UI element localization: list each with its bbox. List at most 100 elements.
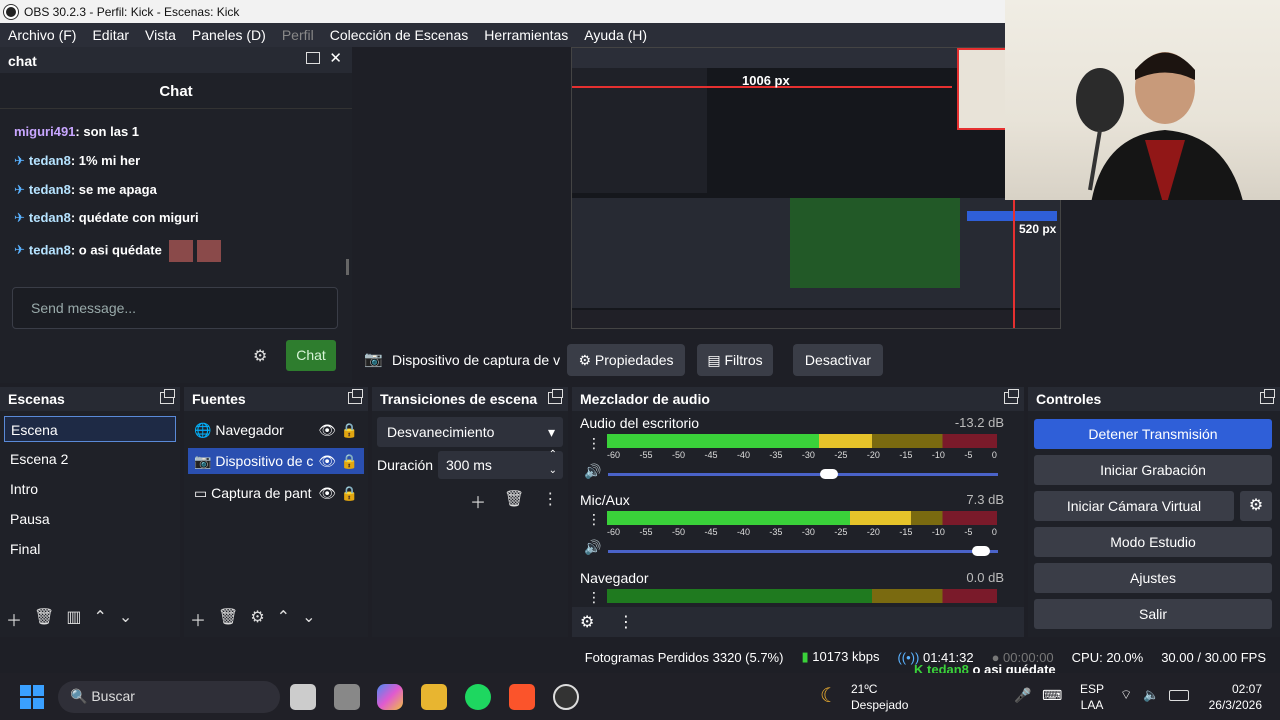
weather[interactable]: 21ºC Despejado <box>851 681 908 713</box>
source-item[interactable]: ▭ Captura de pant 👁 🔒 <box>188 480 364 506</box>
trash-icon[interactable]: 🗑 <box>218 607 238 631</box>
windows-start-icon[interactable] <box>20 685 44 709</box>
settings-button[interactable]: Ajustes <box>1034 563 1272 593</box>
spotify-icon[interactable] <box>465 684 491 710</box>
brave-icon[interactable] <box>509 684 535 710</box>
obs-taskbar-icon[interactable] <box>553 684 579 710</box>
clock[interactable]: 02:07 26/3/2026 <box>1200 681 1262 713</box>
start-vcam-button[interactable]: Iniciar Cámara Virtual <box>1034 491 1234 521</box>
more-icon[interactable]: ⋮ <box>587 511 601 528</box>
speaker-icon[interactable]: 🔊 <box>584 539 601 556</box>
add-icon[interactable]: ＋ <box>190 607 206 631</box>
float-icon[interactable] <box>306 52 320 64</box>
copilot-icon[interactable] <box>377 684 403 710</box>
eye-icon[interactable]: 👁 <box>318 480 336 506</box>
scene-item[interactable]: Intro <box>4 476 176 502</box>
task-view-icon[interactable] <box>290 684 316 710</box>
menu-paneles[interactable]: Paneles (D) <box>192 27 266 43</box>
chat-input[interactable]: Send message... <box>12 287 338 329</box>
battery-icon[interactable] <box>1169 690 1189 701</box>
preview-canvas[interactable]: 1006 px 520 px <box>571 47 1061 329</box>
chevron-down-icon[interactable]: ⌄ <box>119 607 132 631</box>
float-icon[interactable] <box>348 389 363 404</box>
float-icon[interactable] <box>1004 389 1019 404</box>
trash-icon[interactable]: 🗑 <box>34 607 54 631</box>
transition-select[interactable]: Desvanecimiento ▾ <box>377 417 563 447</box>
filter-icon[interactable]: ▥ <box>66 607 81 631</box>
lock-icon[interactable]: 🔒 <box>341 480 358 506</box>
menu-archivo[interactable]: Archivo (F) <box>8 27 76 43</box>
volume-knob[interactable] <box>972 546 991 556</box>
deactivate-button[interactable]: Desactivar <box>793 344 883 376</box>
stop-stream-button[interactable]: Detener Transmisión <box>1034 419 1272 449</box>
lock-icon[interactable]: 🔒 <box>341 417 358 443</box>
calculator-icon[interactable] <box>334 684 360 710</box>
wrench-badge-icon: ✈ <box>14 182 25 197</box>
chat-username[interactable]: tedan8 <box>29 242 71 257</box>
menu-perfil[interactable]: Perfil <box>282 27 314 43</box>
source-item[interactable]: 🌐 Navegador 👁 🔒 <box>188 417 364 443</box>
eye-icon[interactable]: 👁 <box>318 448 336 474</box>
chat-username[interactable]: tedan8 <box>29 153 71 168</box>
volume-slider[interactable] <box>608 546 998 556</box>
scene-item[interactable]: Final <box>4 536 176 562</box>
close-icon[interactable]: ✕ <box>329 49 342 67</box>
gears-icon[interactable]: ⚙ <box>580 612 594 632</box>
speaker-icon[interactable]: 🔊 <box>584 463 601 480</box>
scale-tick: -20 <box>866 450 880 460</box>
volume-icon[interactable]: 🔈 <box>1143 687 1159 703</box>
scene-item[interactable]: Escena <box>4 416 176 442</box>
chat-username[interactable]: tedan8 <box>29 210 71 225</box>
volume-slider[interactable] <box>608 469 998 479</box>
menu-ayuda[interactable]: Ayuda (H) <box>584 27 647 43</box>
gear-icon[interactable]: ⚙ <box>253 346 267 366</box>
filters-button[interactable]: ▤ Filtros <box>697 344 773 376</box>
add-icon[interactable]: ＋ <box>470 489 486 513</box>
menu-vista[interactable]: Vista <box>145 27 176 43</box>
add-icon[interactable]: ＋ <box>6 607 22 631</box>
stepper-icon[interactable]: ⌃ ⌄ <box>549 447 557 479</box>
eye-icon[interactable]: 👁 <box>318 417 336 443</box>
scene-item[interactable]: Escena 2 <box>4 446 176 472</box>
microphone-icon[interactable]: 🎤 <box>1014 687 1031 704</box>
trash-icon[interactable]: 🗑 <box>504 489 524 513</box>
more-icon[interactable]: ⋮ <box>542 489 558 513</box>
more-icon[interactable]: ⋮ <box>618 612 634 632</box>
source-item[interactable]: 📷 Dispositivo de c 👁 🔒 <box>188 448 364 474</box>
float-icon[interactable] <box>1260 389 1275 404</box>
wifi-icon[interactable]: ⌔ <box>1120 687 1132 703</box>
exit-button[interactable]: Salir <box>1034 599 1272 629</box>
studio-mode-button[interactable]: Modo Estudio <box>1034 527 1272 557</box>
chat-username[interactable]: tedan8 <box>29 182 71 197</box>
start-record-button[interactable]: Iniciar Grabación <box>1034 455 1272 485</box>
chat-send-button[interactable]: Chat <box>286 340 336 371</box>
chat-text: 1% mi her <box>78 153 141 168</box>
menu-herramientas[interactable]: Herramientas <box>484 27 568 43</box>
float-icon[interactable] <box>160 389 175 404</box>
obs-logo-icon <box>4 4 18 19</box>
lock-icon[interactable]: 🔒 <box>341 448 358 474</box>
language-indicator[interactable]: ESP LAA <box>1080 681 1104 713</box>
gear-icon[interactable]: ⚙ <box>250 607 264 631</box>
scale-tick: -50 <box>671 527 685 537</box>
chevron-up-icon[interactable]: ⌃ <box>277 607 290 631</box>
chevron-up-icon[interactable]: ⌃ <box>93 607 106 631</box>
float-icon[interactable] <box>548 389 563 404</box>
chevron-down-icon[interactable]: ⌄ <box>302 607 315 631</box>
chat-username[interactable]: miguri491 <box>14 124 75 139</box>
chat-scrollbar[interactable] <box>346 259 349 275</box>
duration-spinbox[interactable]: 300 ms ⌃ ⌄ <box>438 449 563 479</box>
volume-knob[interactable] <box>820 469 839 479</box>
taskbar-search[interactable]: 🔍 Buscar <box>58 681 280 713</box>
menu-editar[interactable]: Editar <box>92 27 129 43</box>
gear-icon[interactable]: ⚙ <box>1240 491 1272 521</box>
scale-tick: -55 <box>639 527 653 537</box>
chat-dock-title: chat <box>8 53 37 69</box>
folder-icon[interactable] <box>421 684 447 710</box>
more-icon[interactable]: ⋮ <box>587 435 601 452</box>
keyboard-icon[interactable]: ⌨ <box>1042 687 1062 704</box>
menu-coleccion[interactable]: Colección de Escenas <box>330 27 469 43</box>
properties-button[interactable]: ⚙ Propiedades <box>567 344 685 376</box>
more-icon[interactable]: ⋮ <box>587 589 601 606</box>
scene-item[interactable]: Pausa <box>4 506 176 532</box>
